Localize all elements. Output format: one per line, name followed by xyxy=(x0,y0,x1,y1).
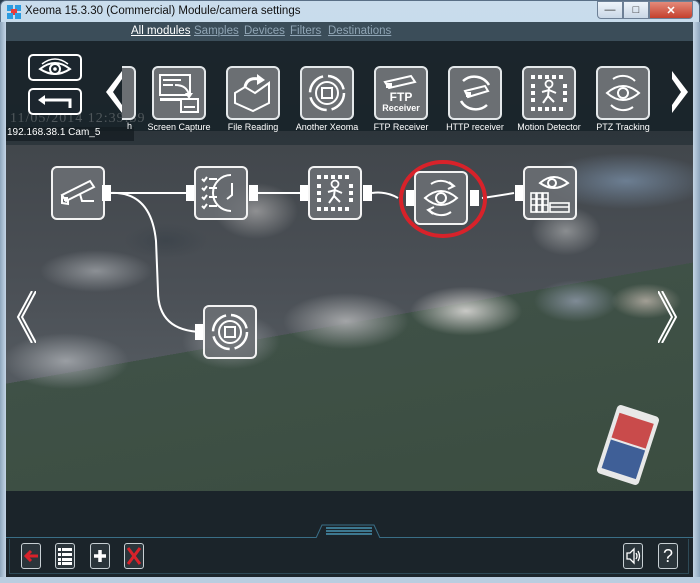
minimize-icon: — xyxy=(604,4,616,16)
window-frame-bottom xyxy=(0,577,700,583)
maximize-icon: □ xyxy=(632,4,640,16)
camera-view[interactable]: 11/05/2014 12:39:39 192.168.38.1 Cam_5 h xyxy=(6,41,693,491)
chain-node-scheduler[interactable] xyxy=(194,166,248,220)
maximize-button[interactable]: □ xyxy=(623,1,649,19)
another-xeoma-icon xyxy=(211,313,249,351)
window-title: Xeoma 15.3.30 (Commercial) Module/camera… xyxy=(25,5,301,17)
minimize-button[interactable]: — xyxy=(597,1,623,19)
output-port[interactable] xyxy=(470,190,479,206)
toolbar-frame xyxy=(9,539,689,574)
add-module-button[interactable] xyxy=(90,543,110,569)
chain-scroll-right-icon[interactable] xyxy=(658,291,680,343)
chain-node-another-xeoma[interactable] xyxy=(203,305,257,359)
connection-motion-ptz xyxy=(371,191,399,199)
chain-node-camera[interactable] xyxy=(51,166,105,220)
tab-samples[interactable]: Samples xyxy=(194,25,239,37)
chain-node-preview-archive[interactable] xyxy=(523,166,577,220)
bottom-panel: ? xyxy=(6,491,693,577)
sound-button[interactable] xyxy=(623,543,643,569)
x-icon xyxy=(127,547,141,565)
tab-filters[interactable]: Filters xyxy=(290,25,321,37)
back-arrow-icon xyxy=(23,549,38,563)
xeoma-logo-icon xyxy=(7,5,21,19)
plus-icon xyxy=(94,550,106,562)
scheduler-icon xyxy=(201,174,233,212)
ptz-tracking-icon xyxy=(423,179,459,217)
list-icon xyxy=(58,548,72,565)
speaker-icon xyxy=(626,547,641,565)
chain-node-ptz-tracking[interactable] xyxy=(414,171,468,225)
module-chain-connections xyxy=(109,160,515,333)
window-frame-right xyxy=(693,22,700,583)
tab-all-modules[interactable]: All modules xyxy=(131,25,190,37)
tab-destinations[interactable]: Destinations xyxy=(328,25,391,37)
output-port[interactable] xyxy=(249,185,258,201)
help-button[interactable]: ? xyxy=(658,543,678,569)
connection-camera-another-xeoma xyxy=(109,191,203,333)
camera-icon xyxy=(60,179,96,206)
close-icon: ✕ xyxy=(666,4,676,17)
chain-node-motion-detector[interactable] xyxy=(308,166,362,220)
back-button[interactable] xyxy=(21,543,41,569)
tab-devices[interactable]: Devices xyxy=(244,25,285,37)
module-list-button[interactable] xyxy=(55,543,75,569)
preview-archive-icon xyxy=(530,176,570,213)
output-port[interactable] xyxy=(102,185,111,201)
chain-scroll-left-icon[interactable] xyxy=(14,291,36,343)
output-port[interactable] xyxy=(363,185,372,201)
module-category-tabs: All modules Samples Devices Filters Dest… xyxy=(6,22,693,41)
client-area: All modules Samples Devices Filters Dest… xyxy=(6,22,693,577)
help-icon: ? xyxy=(662,545,673,566)
panel-drag-handle-icon[interactable] xyxy=(316,524,382,538)
close-button[interactable]: ✕ xyxy=(649,1,693,19)
motion-detector-icon xyxy=(317,175,353,211)
title-bar[interactable]: Xeoma 15.3.30 (Commercial) Module/camera… xyxy=(1,1,699,23)
delete-module-button[interactable] xyxy=(124,543,144,569)
